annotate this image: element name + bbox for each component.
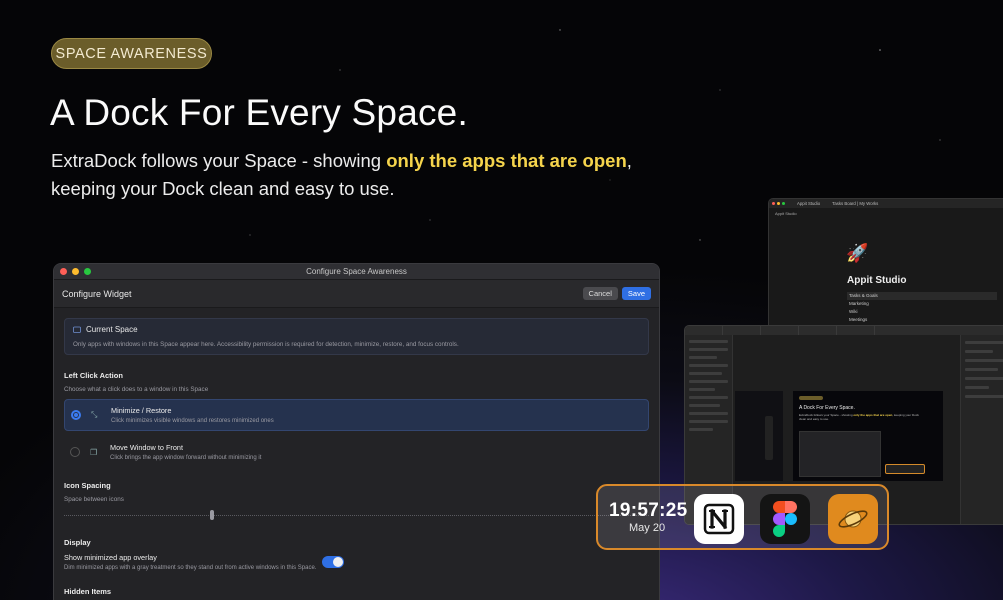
- subtitle-text: ExtraDock follows your Space - showing: [51, 150, 387, 171]
- figma-tab[interactable]: [685, 326, 723, 335]
- option-move-to-front[interactable]: ❐ Move Window to Front Click brings the …: [64, 437, 649, 467]
- config-header: Configure Widget Cancel Save: [54, 280, 659, 308]
- figma-tab[interactable]: [799, 326, 837, 335]
- subtitle-text-post: ,: [626, 150, 632, 171]
- option-label: Minimize / Restore: [111, 406, 172, 415]
- properties-panel: [960, 335, 1003, 524]
- configure-window: Configure Space Awareness Configure Widg…: [53, 263, 660, 600]
- window-title: Configure Space Awareness: [306, 267, 407, 276]
- notion-logo: [703, 503, 735, 535]
- icon-spacing-label: Space between icons: [64, 496, 124, 503]
- planet-icon[interactable]: [828, 494, 878, 544]
- current-space-card: Current Space Only apps with windows in …: [64, 318, 649, 355]
- left-click-description: Choose what a click does to a window in …: [64, 386, 209, 393]
- section-badge: SPACE AWARENESS: [51, 38, 212, 69]
- figma-tab[interactable]: [723, 326, 761, 335]
- list-item[interactable]: Marketing: [847, 300, 997, 308]
- hero-subtitle: ExtraDock follows your Space - showing o…: [51, 147, 751, 203]
- current-space-description: Only apps with windows in this Space app…: [73, 341, 459, 348]
- radio-unselected[interactable]: [70, 447, 80, 457]
- rocket-icon: 🚀: [846, 243, 869, 263]
- option-minimize-restore[interactable]: ⤡ Minimize / Restore Click minimizes vis…: [64, 399, 649, 431]
- dock-preview-strip: [765, 416, 773, 460]
- option-description: Click minimizes visible windows and rest…: [111, 418, 274, 424]
- tab-appit-studio[interactable]: Appit Studio: [797, 201, 820, 206]
- current-space-title-row: Current Space: [73, 325, 640, 334]
- config-header-title: Configure Widget: [62, 288, 132, 299]
- figma-tab[interactable]: [837, 326, 875, 335]
- notion-window: Appit Studio Tasks Board | My Works Appi…: [768, 198, 1003, 330]
- figma-icon[interactable]: [760, 494, 810, 544]
- icon-spacing-slider[interactable]: [64, 510, 649, 520]
- save-button[interactable]: Save: [621, 287, 651, 300]
- overlay-label: Show minimized app overlay: [64, 553, 157, 562]
- canvas-frame: [735, 391, 783, 481]
- list-item[interactable]: Meetings: [847, 316, 997, 324]
- option-description: Click brings the app window forward with…: [110, 455, 262, 461]
- overlay-toggle-row: Show minimized app overlay Dim minimized…: [64, 553, 649, 571]
- left-click-heading: Left Click Action: [64, 371, 123, 380]
- clock-date: May 20: [629, 522, 666, 534]
- page-title: Appit Studio: [847, 275, 907, 286]
- clock-time: 19:57:25: [609, 500, 688, 521]
- minimize-window-button[interactable]: [777, 202, 780, 205]
- icon-spacing-heading: Icon Spacing: [64, 481, 111, 490]
- canvas-preview: A Dock For Every Space. ExtraDock follow…: [793, 391, 943, 481]
- list-item[interactable]: Tasks & Goals: [847, 292, 997, 300]
- display-heading: Display: [64, 538, 91, 547]
- notion-icon[interactable]: [694, 494, 744, 544]
- figma-tabbar: [685, 326, 1003, 335]
- hidden-items-heading: Hidden Items: [64, 587, 112, 596]
- preview-subtitle: ExtraDock follows your Space - showing o…: [799, 413, 919, 421]
- preview-config-window: [799, 431, 881, 477]
- close-window-button[interactable]: [772, 202, 775, 205]
- slider-track: [64, 515, 649, 516]
- config-body: Current Space Only apps with windows in …: [54, 308, 659, 596]
- preview-sub-highlight: only the apps that are open: [853, 413, 893, 417]
- preview-badge: [799, 396, 823, 400]
- minimize-icon: ⤡: [91, 410, 98, 419]
- window-titlebar: Configure Space Awareness: [54, 264, 659, 280]
- subtitle-highlight: only the apps that are open: [386, 150, 627, 171]
- list-item[interactable]: Wiki: [847, 308, 997, 316]
- tab-tasks-board[interactable]: Tasks Board | My Works: [832, 201, 878, 206]
- desktop-icon: [73, 326, 81, 333]
- planet-logo: [838, 510, 868, 528]
- hero-title: A Dock For Every Space.: [50, 92, 468, 133]
- radio-selected[interactable]: [71, 410, 81, 420]
- overlay-toggle[interactable]: [322, 556, 345, 568]
- figma-tab[interactable]: [761, 326, 799, 335]
- subtitle-line-2: keeping your Dock clean and easy to use.: [51, 178, 395, 199]
- dock-widget: 19:57:25 May 20: [596, 484, 889, 550]
- figma-logo: [773, 501, 797, 537]
- current-space-title: Current Space: [86, 325, 138, 334]
- notion-titlebar: Appit Studio Tasks Board | My Works: [769, 199, 1003, 208]
- slider-thumb[interactable]: [210, 510, 214, 520]
- overlay-description: Dim minimized apps with a gray treatment…: [64, 565, 317, 571]
- preview-title: A Dock For Every Space.: [799, 405, 855, 411]
- cancel-button[interactable]: Cancel: [582, 287, 618, 300]
- option-label: Move Window to Front: [110, 443, 183, 452]
- zoom-window-button[interactable]: [782, 202, 785, 205]
- page-list: Tasks & Goals Marketing Wiki Meetings: [847, 292, 997, 324]
- breadcrumb[interactable]: Appit Studio: [769, 208, 1003, 219]
- windows-icon: ❐: [90, 447, 98, 457]
- preview-dock: [885, 464, 925, 474]
